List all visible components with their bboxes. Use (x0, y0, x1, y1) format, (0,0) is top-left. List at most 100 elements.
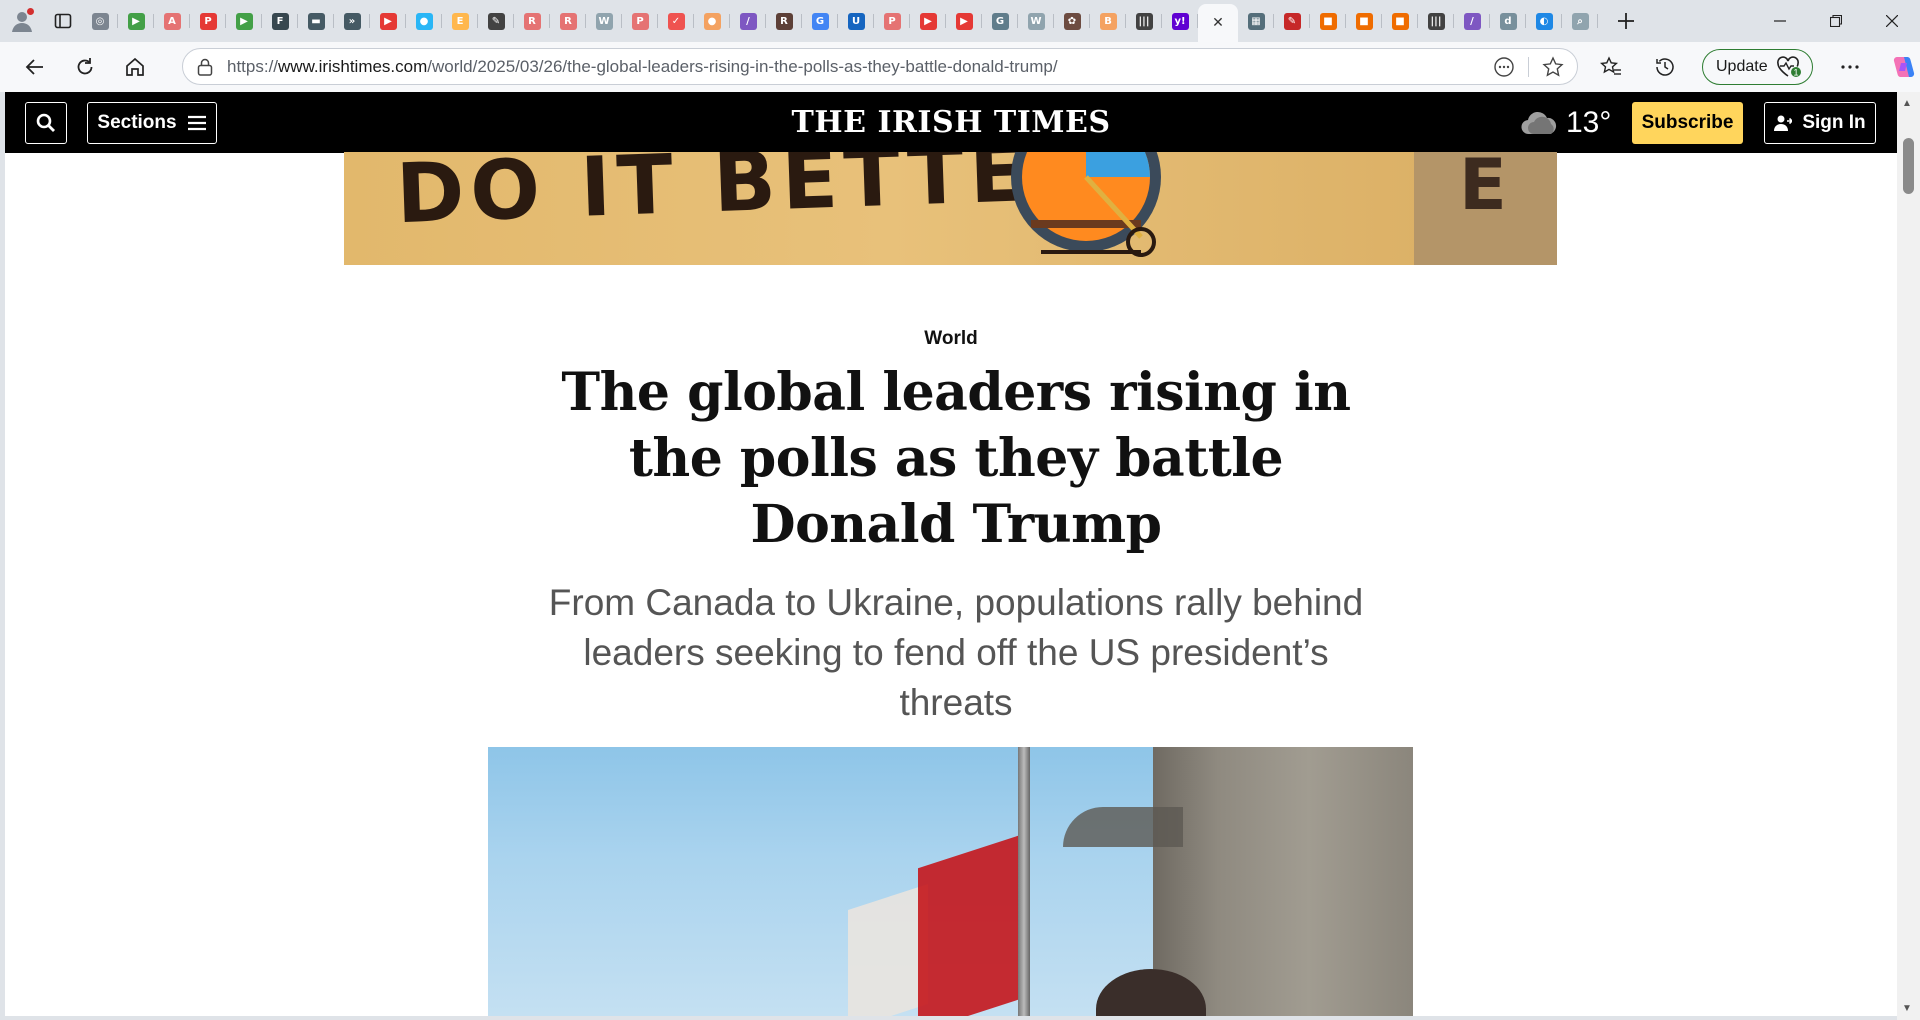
restore-button[interactable] (1808, 0, 1864, 42)
browser-tab[interactable]: / (730, 5, 766, 37)
browser-tab[interactable]: W (1018, 5, 1054, 37)
profile-button[interactable] (0, 0, 44, 42)
site-logo[interactable]: THE IRISH TIMES (5, 105, 1897, 140)
wiki-icon: W (1027, 12, 1045, 30)
sign-in-button[interactable]: Sign In (1764, 102, 1876, 144)
page-scrollbar[interactable]: ▲ ▼ (1897, 92, 1920, 1020)
update-badge: 1 (1793, 68, 1798, 78)
article-section-kicker[interactable]: World (5, 328, 1897, 350)
browser-tab[interactable]: ||| (1126, 5, 1162, 37)
photo-flagpole (1018, 747, 1030, 1016)
advertisement-banner[interactable]: DO IT BETTER? E (344, 152, 1557, 265)
minimize-button[interactable] (1752, 0, 1808, 42)
close-window-button[interactable] (1864, 0, 1920, 42)
map-icon: ▦ (1247, 12, 1265, 30)
browser-tab[interactable]: ▶ (946, 5, 982, 37)
browser-tab[interactable]: ▶ (118, 5, 154, 37)
browser-tab[interactable]: ✎ (1274, 5, 1310, 37)
browser-tab[interactable]: R (514, 5, 550, 37)
browser-tab[interactable]: P (190, 5, 226, 37)
browser-tab[interactable]: ✓ (658, 5, 694, 37)
circle-icon: ● (415, 12, 433, 30)
browser-tab[interactable]: ||| (1418, 5, 1454, 37)
update-button[interactable]: Update 1 (1702, 49, 1813, 85)
ad-sign-letter: E (1459, 152, 1507, 226)
browser-tab[interactable]: G (802, 5, 838, 37)
browser-tab[interactable]: P (622, 5, 658, 37)
google-icon: G (811, 12, 829, 30)
cloud-icon (1521, 111, 1557, 135)
browser-tab[interactable]: P (874, 5, 910, 37)
browser-tab[interactable]: R (766, 5, 802, 37)
browser-tab[interactable]: ✎ (478, 5, 514, 37)
back-button[interactable] (10, 47, 60, 87)
browser-tab[interactable]: / (1454, 5, 1490, 37)
url-prefix: https:// (227, 56, 279, 76)
browser-tab[interactable]: ▦ (1238, 5, 1274, 37)
browser-tab[interactable]: ● (406, 5, 442, 37)
browser-tab[interactable]: E (442, 5, 478, 37)
ul-icon: U (847, 12, 865, 30)
browser-tab[interactable]: ✿ (1054, 5, 1090, 37)
add-favorite-button[interactable] (1529, 48, 1577, 85)
browser-tab[interactable]: ◎ (82, 5, 118, 37)
browser-tab[interactable]: y! (1162, 5, 1198, 37)
browser-tab[interactable]: ▶ (910, 5, 946, 37)
browser-tab[interactable]: A (154, 5, 190, 37)
folder-icon: ▬ (307, 12, 325, 30)
arrow-icon: » (343, 12, 361, 30)
scrollbar-thumb[interactable] (1903, 138, 1914, 194)
active-tab-close-button[interactable]: ✕ (1198, 4, 1238, 42)
letter-b-icon: B (1099, 12, 1117, 30)
refresh-button[interactable] (60, 47, 110, 87)
youtube-icon: ▶ (955, 12, 973, 30)
tab-actions-icon (54, 13, 72, 29)
search-icon: ⌕ (1571, 12, 1589, 30)
reading-options-button[interactable] (1480, 48, 1528, 85)
yahoo-icon: y! (1171, 12, 1189, 30)
url-text[interactable]: https://www.irishtimes.com/world/2025/03… (227, 57, 1058, 77)
browser-tab[interactable]: d (1490, 5, 1526, 37)
browser-tab[interactable]: ◐ (1526, 5, 1562, 37)
address-bar[interactable]: https://www.irishtimes.com/world/2025/03… (182, 48, 1578, 85)
browser-toolbar: https://www.irishtimes.com/world/2025/03… (0, 42, 1920, 92)
browser-tab[interactable]: » (334, 5, 370, 37)
history-button[interactable] (1638, 47, 1692, 87)
favorites-button[interactable] (1584, 47, 1638, 87)
browser-tab[interactable]: ■ (1310, 5, 1346, 37)
browser-tab[interactable]: ▬ (298, 5, 334, 37)
new-tab-button[interactable] (1606, 0, 1646, 42)
subscribe-button[interactable]: Subscribe (1632, 102, 1743, 144)
youtube-icon: ▶ (919, 12, 937, 30)
browser-tab[interactable]: B (1090, 5, 1126, 37)
browser-tab[interactable]: ⌕ (1562, 5, 1598, 37)
window-controls (1752, 0, 1920, 42)
browser-tab[interactable]: U (838, 5, 874, 37)
copilot-icon: ◐ (1535, 12, 1553, 30)
browser-tab[interactable]: ▶ (226, 5, 262, 37)
lock-icon (197, 58, 213, 76)
scroll-up-arrow-icon[interactable]: ▲ (1902, 98, 1912, 109)
globe-icon: ◎ (91, 12, 109, 30)
browser-tab[interactable]: G (982, 5, 1018, 37)
copilot-button[interactable] (1877, 47, 1920, 87)
play-icon: ▶ (127, 12, 145, 30)
browser-tab[interactable]: ▶ (370, 5, 406, 37)
update-label: Update (1716, 58, 1768, 75)
home-button[interactable] (110, 47, 160, 87)
browser-tab[interactable]: W (586, 5, 622, 37)
letter-r-icon: R (559, 12, 577, 30)
weather-widget[interactable]: 13° (1520, 102, 1611, 144)
browser-tab[interactable]: F (262, 5, 298, 37)
browser-tab[interactable]: ■ (1346, 5, 1382, 37)
tab-actions-button[interactable] (44, 0, 82, 42)
browser-tab[interactable]: R (550, 5, 586, 37)
browser-tab[interactable]: ● (694, 5, 730, 37)
browser-tab[interactable]: ■ (1382, 5, 1418, 37)
settings-more-button[interactable] (1823, 47, 1877, 87)
site-info-button[interactable] (183, 58, 227, 76)
more-circle-icon (1494, 56, 1514, 77)
letter-r-icon: R (523, 12, 541, 30)
home-icon (126, 57, 144, 76)
scroll-down-arrow-icon[interactable]: ▼ (1902, 1003, 1912, 1014)
